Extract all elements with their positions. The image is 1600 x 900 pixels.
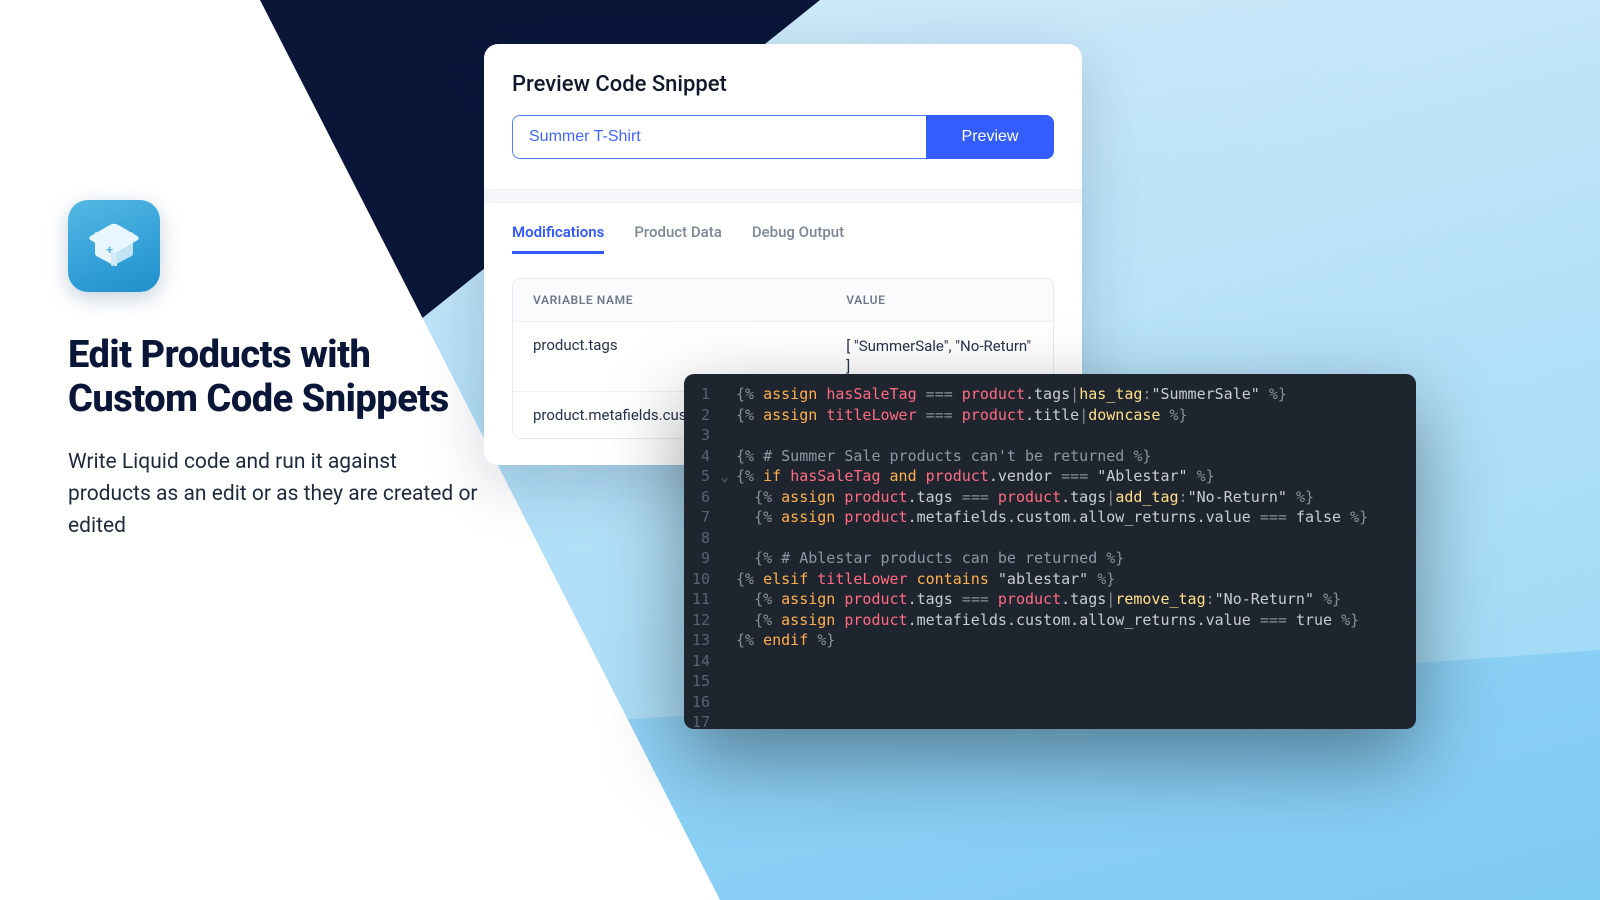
code-content[interactable] — [736, 651, 1416, 672]
code-line[interactable]: 3 — [684, 425, 1416, 446]
code-content[interactable]: {% # Ablestar products can be returned %… — [736, 548, 1416, 569]
code-content[interactable]: {% assign product.tags === product.tags|… — [736, 487, 1416, 508]
card-title: Preview Code Snippet — [484, 72, 1082, 115]
code-line[interactable]: 17 — [684, 712, 1416, 729]
code-line[interactable]: 8 — [684, 528, 1416, 549]
code-content[interactable] — [736, 712, 1416, 729]
code-line[interactable]: 1 {% assign hasSaleTag === product.tags|h… — [684, 384, 1416, 405]
product-search-input[interactable] — [512, 115, 926, 159]
line-number: 15 — [684, 671, 720, 692]
line-number: 3 — [684, 425, 720, 446]
code-line[interactable]: 12 {% assign product.metafields.custom.a… — [684, 610, 1416, 631]
code-content[interactable]: {% # Summer Sale products can't be retur… — [736, 446, 1416, 467]
code-content[interactable]: {% assign titleLower === product.title|d… — [736, 405, 1416, 426]
code-content[interactable]: {% assign hasSaleTag === product.tags|ha… — [736, 384, 1416, 405]
code-editor[interactable]: 1 {% assign hasSaleTag === product.tags|h… — [684, 374, 1416, 729]
line-number: 11 — [684, 589, 720, 610]
plus-icon: + — [106, 243, 113, 257]
code-content[interactable]: {% assign product.metafields.custom.allo… — [736, 507, 1416, 528]
fold-chevron-icon[interactable]: ⌄ — [720, 466, 736, 487]
app-icon: + — [68, 200, 160, 292]
gutter — [720, 446, 736, 467]
gutter — [720, 712, 736, 729]
code-line[interactable]: 7 {% assign product.metafields.custom.al… — [684, 507, 1416, 528]
card-separator — [484, 189, 1082, 203]
line-number: 5 — [684, 466, 720, 487]
preview-button[interactable]: Preview — [926, 115, 1054, 159]
gutter — [720, 384, 736, 405]
tab-product-data[interactable]: Product Data — [634, 223, 722, 254]
gutter — [720, 528, 736, 549]
code-content[interactable]: {% if hasSaleTag and product.vendor === … — [736, 466, 1416, 487]
code-content[interactable]: {% elsif titleLower contains "ablestar" … — [736, 569, 1416, 590]
code-content[interactable] — [736, 692, 1416, 713]
table-header: VARIABLE NAME VALUE — [513, 279, 1053, 321]
code-line[interactable]: 10 {% elsif titleLower contains "ablestar… — [684, 569, 1416, 590]
code-line[interactable]: 9 {% # Ablestar products can be returned… — [684, 548, 1416, 569]
code-line[interactable]: 15 — [684, 671, 1416, 692]
col-value: VALUE — [826, 279, 1053, 321]
gutter — [720, 487, 736, 508]
tabs: Modifications Product Data Debug Output — [484, 203, 1082, 264]
code-line[interactable]: 4 {% # Summer Sale products can't be retu… — [684, 446, 1416, 467]
gutter — [720, 589, 736, 610]
code-line[interactable]: 13 {% endif %} — [684, 630, 1416, 651]
code-line[interactable]: 5⌄{% if hasSaleTag and product.vendor ==… — [684, 466, 1416, 487]
gutter — [720, 671, 736, 692]
line-number: 1 — [684, 384, 720, 405]
subheading: Write Liquid code and run it against pro… — [68, 447, 478, 543]
tab-debug-output[interactable]: Debug Output — [752, 223, 844, 254]
gutter — [720, 507, 736, 528]
code-content[interactable]: {% assign product.metafields.custom.allo… — [736, 610, 1416, 631]
line-number: 9 — [684, 548, 720, 569]
code-line[interactable]: 6 {% assign product.tags === product.tag… — [684, 487, 1416, 508]
gutter — [720, 425, 736, 446]
cube-icon: + — [92, 223, 136, 267]
gutter — [720, 692, 736, 713]
gutter — [720, 569, 736, 590]
line-number: 8 — [684, 528, 720, 549]
gutter — [720, 405, 736, 426]
col-variable-name: VARIABLE NAME — [513, 279, 826, 321]
line-number: 4 — [684, 446, 720, 467]
line-number: 2 — [684, 405, 720, 426]
code-line[interactable]: 2 {% assign titleLower === product.title|… — [684, 405, 1416, 426]
code-content[interactable] — [736, 671, 1416, 692]
code-line[interactable]: 16 — [684, 692, 1416, 713]
line-number: 12 — [684, 610, 720, 631]
line-number: 17 — [684, 712, 720, 729]
headline: Edit Products with Custom Code Snippets — [68, 334, 478, 421]
gutter — [720, 610, 736, 631]
line-number: 14 — [684, 651, 720, 672]
line-number: 7 — [684, 507, 720, 528]
line-number: 10 — [684, 569, 720, 590]
gutter — [720, 548, 736, 569]
code-line[interactable]: 11 {% assign product.tags === product.ta… — [684, 589, 1416, 610]
gutter — [720, 630, 736, 651]
line-number: 6 — [684, 487, 720, 508]
tab-modifications[interactable]: Modifications — [512, 223, 604, 254]
line-number: 13 — [684, 630, 720, 651]
code-content[interactable] — [736, 528, 1416, 549]
code-content[interactable]: {% assign product.tags === product.tags|… — [736, 589, 1416, 610]
code-line[interactable]: 14 — [684, 651, 1416, 672]
line-number: 16 — [684, 692, 720, 713]
code-content[interactable]: {% endif %} — [736, 630, 1416, 651]
gutter — [720, 651, 736, 672]
code-content[interactable] — [736, 425, 1416, 446]
